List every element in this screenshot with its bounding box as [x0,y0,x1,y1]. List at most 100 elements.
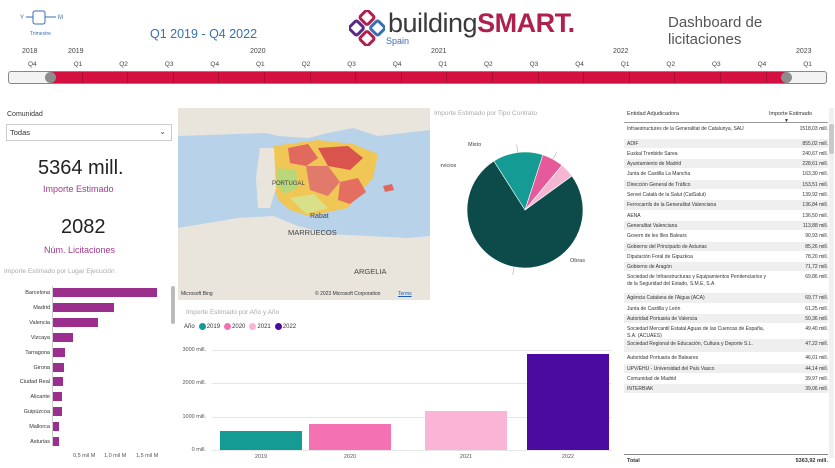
lugar-bar[interactable] [53,377,64,387]
chevron-down-icon[interactable]: ⌄ [159,127,166,136]
table-row[interactable]: Ayuntamiento de Madrid 228,61 mill. [624,159,828,170]
table-row[interactable]: Servei Català de la Salut (CatSalut) 139,… [624,190,828,201]
kpi-licitaciones-label: Núm. Licitaciones [44,245,116,255]
table-row[interactable]: Agència Catalana de l'Aigua (ACA) 69,77 m… [624,293,828,304]
map-land-north [178,108,430,138]
table-cell-entidad: Junta de Castilla y León [627,305,681,312]
table-cell-importe: 44,14 mill. [805,365,828,372]
timeline-tick [720,72,721,83]
legend-dot-icon [198,323,206,330]
buildingsmart-logo-icon [349,10,385,46]
map-terms-link[interactable]: Terms [398,291,412,297]
comunidad-dropdown[interactable]: Todas ⌄ [6,124,172,141]
anual-bar[interactable] [309,423,391,450]
lugar-bar[interactable] [53,302,115,312]
toggle-m-label: M [58,15,63,21]
table-row[interactable]: Autoridad Portuaria de Valencia 50,36 mil… [624,314,828,325]
lugar-x-tick: 1,5 mil M [136,453,159,459]
table-row[interactable]: Gobierno del Principado de Asturias 85,26… [624,241,828,252]
table-row[interactable]: Gobierno de Aragón 71,72 mill. [624,262,828,273]
table-row[interactable]: INTERBIAK 39,06 mill. [624,384,828,395]
legend-item[interactable]: 2019 [198,323,220,330]
table-row[interactable]: UPV/EHU - Universidad del País Vasco 44,1… [624,363,828,374]
map-label-portugal: PORTUGAL [272,181,305,187]
timeline-quarter-label: Q4 [757,61,767,68]
anual-chart-legend: Año 2019 2020 2021 2022 [184,323,296,330]
table-row[interactable]: Diputación Foral de Gipuzkoa 78,20 mill. [624,251,828,263]
anual-bar[interactable] [425,410,507,450]
legend-item[interactable]: 2021 [249,323,271,330]
table-row[interactable]: Sociedad Mercantil Estatal Aguas de las … [624,324,828,339]
timeline-tick [446,72,448,83]
timeline-end-handle[interactable] [781,72,792,83]
lugar-bar[interactable] [53,422,60,432]
table-row[interactable]: Ferrocarrils de la Generalitat Valencian… [624,200,828,211]
anual-y-tick: 3000 mill. [182,346,206,353]
legend-title: Año [184,323,195,330]
map-copyright: © 2023 Microsoft Corporation [315,291,381,297]
legend-item[interactable]: 2020 [224,323,245,330]
lugar-bar[interactable] [53,407,62,417]
comunidad-filter-label: Comunidad [7,111,43,118]
table-header-entidad[interactable]: Entidad Adjudicadora [627,111,679,117]
spain-map[interactable]: PORTUGAL Rabat MARRUECOS ARGELIA [178,108,430,300]
table-cell-importe: 49,40 mill. [805,326,828,333]
anual-chart-title: Importe Estimado por Año y Año [186,309,280,316]
anual-bar[interactable] [527,354,609,450]
table-row[interactable]: Autoridad Portuaria de Baleares 46,01 mil… [624,353,828,364]
legend-dot-icon [274,323,282,330]
table-row[interactable]: Sociedad Regional de Educación, Cultura … [624,338,828,354]
table-cell-importe: 90,93 mill. [805,233,828,240]
kpi-licitaciones-value: 2082 [61,216,106,238]
map-label-argelia: ARGELIA [354,267,387,276]
table-cell-entidad: Comunidad de Madrid [627,375,677,382]
timeline-quarter-label: Q4 [392,61,402,68]
table-scrollbar-track[interactable] [829,108,834,458]
lugar-bar[interactable] [53,332,74,342]
lugar-bar[interactable] [53,392,63,402]
table-cell-entidad: Agència Catalana de l'Aigua (ACA) [627,295,705,302]
table-row[interactable]: Junta de Castilla La Mancha 163,30 mill. [624,169,828,180]
table-cell-importe: 71,72 mill. [805,264,828,271]
table-header-importe[interactable]: Importe Estimado [769,111,812,117]
period-toggle-icon[interactable]: Y M Trimestre [18,10,68,38]
table-cell-importe: 85,26 mill. [805,243,828,250]
timeline-selected-range[interactable] [50,72,786,83]
anual-bar[interactable] [220,431,302,450]
table-row[interactable]: Dirección General de Tráfico 153,51 mill. [624,179,828,190]
table-row[interactable]: Euskal Trenbide Sarea 240,67 mill. [624,148,828,160]
table-row[interactable]: Comunidad de Madrid 39,97 mill. [624,373,828,385]
anual-y-tick: 0 mill. [191,447,206,453]
lugar-bar[interactable] [53,317,98,327]
timeline-tick [583,72,585,83]
table-row[interactable]: ADIF 855,02 mill. [624,138,828,149]
table-cell-importe: 153,51 mill. [802,181,828,188]
anual-gridline [212,349,612,351]
table-row[interactable]: Junta de Castilla y León 61,25 mill. [624,303,828,314]
table-cell-entidad: Gobierno del Principado de Asturias [627,243,707,250]
table-cell-importe: 50,36 mill. [805,316,828,322]
table-cell-entidad: Gobierno de Aragón [627,264,672,271]
lugar-bar[interactable] [53,437,59,446]
lugar-bar[interactable] [53,288,158,297]
pie-label-mixto: Mixto [468,142,481,148]
table-row[interactable]: AENA 136,50 mill. [624,210,828,221]
timeline-tick [400,72,402,83]
timeline-quarter-label: Q3 [529,61,539,68]
lugar-x-tick: 0,5 mil M [73,453,96,459]
timeline-start-handle[interactable] [45,72,56,83]
table-row[interactable]: Govern de les Illes Balears 90,93 mill. [624,231,828,242]
table-scrollbar-thumb[interactable] [829,124,834,154]
timeline-tick [309,72,311,83]
tipo-pie-chart: Obras Servicios Mixto [440,142,585,275]
legend-label: 2020 [232,323,246,330]
table-row[interactable]: Generalitat Valenciana 113,88 mill. [624,220,828,232]
lugar-chart-scrollbar[interactable] [171,286,175,324]
table-row[interactable]: Sociedad de Infraestructuras y Equipamie… [624,272,828,294]
table-cell-entidad: Junta de Castilla La Mancha [627,171,691,178]
lugar-bar[interactable] [53,347,66,357]
table-row[interactable]: Infraestructures de la Generalitat de Ca… [624,124,828,139]
lugar-bar[interactable] [53,362,64,372]
table-total-divider [624,454,828,455]
legend-item[interactable]: 2022 [274,323,296,330]
